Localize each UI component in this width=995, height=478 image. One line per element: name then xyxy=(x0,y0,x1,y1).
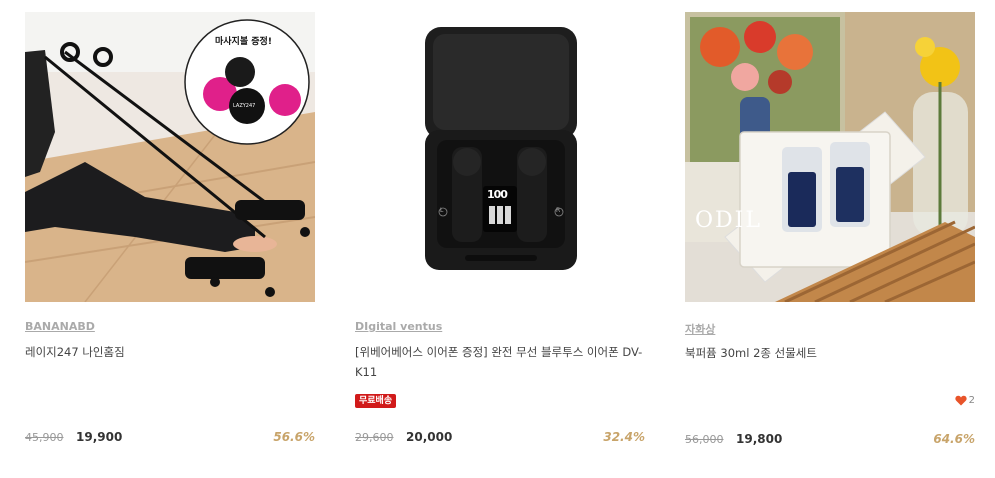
product-title[interactable]: [위베어베어스 이어폰 증정] 완전 무선 블루투스 이어폰 DV-K11 xyxy=(355,342,645,382)
product-image[interactable]: ODIL xyxy=(685,12,975,302)
original-price: 56,000 xyxy=(685,433,724,446)
discount-rate: 32.4% xyxy=(603,430,645,444)
product-card[interactable]: 마사지볼 증정! LAZY247 BANANABD 레이지247 나인홈짐 45… xyxy=(25,12,315,444)
brand-link[interactable]: BANANABD xyxy=(25,320,95,333)
heart-icon xyxy=(955,395,967,406)
earbuds-case-photo xyxy=(355,12,645,302)
original-price: 29,600 xyxy=(355,431,394,444)
product-grid: 마사지볼 증정! LAZY247 BANANABD 레이지247 나인홈짐 45… xyxy=(0,0,995,478)
like-count: 2 xyxy=(968,395,975,406)
perfume-set-photo xyxy=(685,12,975,302)
home-gym-photo xyxy=(25,12,315,302)
ball-logo-text: LAZY247 xyxy=(233,103,256,109)
free-shipping-badge: 무료배송 xyxy=(355,394,397,408)
brand-link[interactable]: 자화상 xyxy=(685,321,715,337)
product-card[interactable]: 100 L R DIgital ventus [위베어베어스 이어폰 증정] 완… xyxy=(355,12,645,444)
original-price: 45,900 xyxy=(25,431,64,444)
price-row: 45,900 19,900 56.6% xyxy=(25,430,315,446)
product-title[interactable]: 북퍼퓸 30ml 2종 선물세트 xyxy=(685,343,975,363)
brand-link[interactable]: DIgital ventus xyxy=(355,320,442,333)
poster-text: ODIL xyxy=(695,208,762,233)
product-title[interactable]: 레이지247 나인홈짐 xyxy=(25,342,315,362)
discount-rate: 56.6% xyxy=(273,430,315,444)
like-button[interactable]: 2 xyxy=(955,395,975,406)
gift-badge-text: 마사지볼 증정! xyxy=(215,37,272,47)
battery-readout: 100 xyxy=(487,188,508,201)
left-earbud-label: L xyxy=(440,207,444,214)
sale-price: 19,900 xyxy=(76,430,123,444)
right-earbud-label: R xyxy=(556,207,561,214)
sale-price: 20,000 xyxy=(406,430,453,444)
discount-rate: 64.6% xyxy=(933,432,975,446)
product-image[interactable]: 100 L R xyxy=(355,12,645,302)
sale-price: 19,800 xyxy=(736,432,783,446)
product-image[interactable]: 마사지볼 증정! LAZY247 xyxy=(25,12,315,302)
price-row: 29,600 20,000 32.4% xyxy=(355,430,645,446)
product-card[interactable]: ODIL 자화상 북퍼퓸 30ml 2종 선물세트 2 56,000 19,80… xyxy=(685,12,975,446)
price-row: 56,000 19,800 64.6% xyxy=(685,432,975,448)
